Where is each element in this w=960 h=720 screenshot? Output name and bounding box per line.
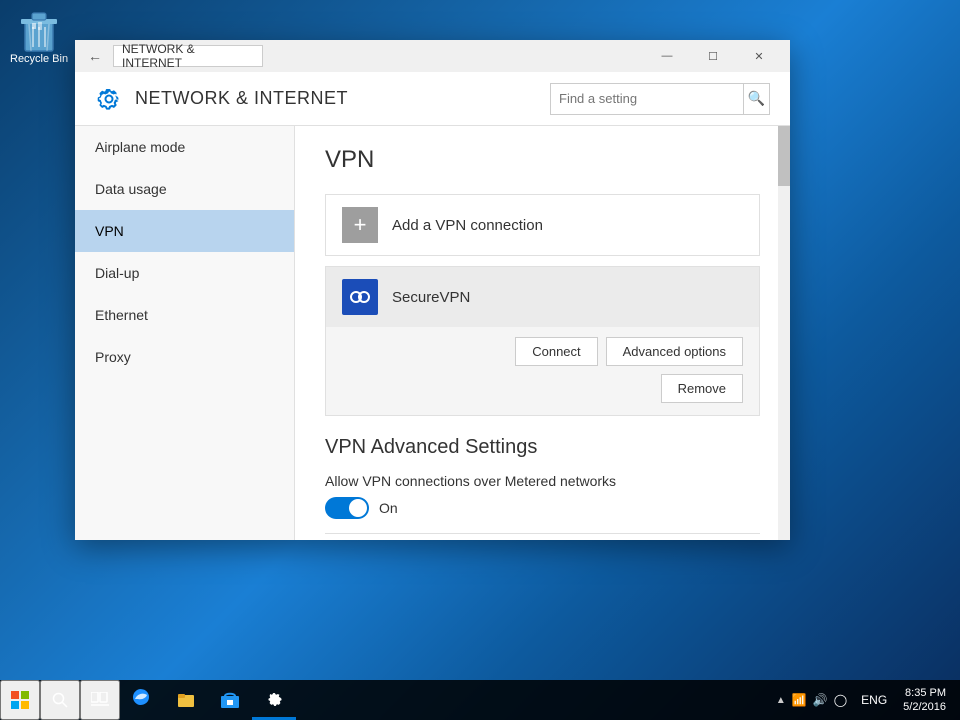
search-button[interactable]: 🔍 xyxy=(743,83,769,115)
search-input[interactable] xyxy=(551,91,743,106)
cut-off-setting: Allow VPN to connect while Roaming xyxy=(325,533,760,540)
taskbar-search-button[interactable] xyxy=(40,680,80,720)
task-view-button[interactable] xyxy=(80,680,120,720)
taskbar-date: 5/2/2016 xyxy=(903,700,946,714)
toggle-on-label: On xyxy=(379,500,398,516)
vpn-entry-header: SecureVPN xyxy=(326,267,759,327)
metered-toggle[interactable] xyxy=(325,497,369,519)
title-bar-text: NETWORK & INTERNET xyxy=(113,45,263,67)
add-vpn-label: Add a VPN connection xyxy=(392,217,543,234)
scroll-thumb[interactable] xyxy=(778,126,790,186)
connect-button[interactable]: Connect xyxy=(515,337,597,366)
vpn-section-title: VPN xyxy=(325,146,760,174)
sidebar-item-data-usage[interactable]: Data usage xyxy=(75,168,294,210)
setting-metered-networks: Allow VPN connections over Metered netwo… xyxy=(325,473,760,519)
vpn-logo xyxy=(342,279,378,315)
vpn-remove-area: Remove xyxy=(326,374,759,415)
main-content: VPN + Add a VPN connection xyxy=(295,126,790,540)
start-button[interactable] xyxy=(0,680,40,720)
taskbar-clock[interactable]: 8:35 PM 5/2/2016 xyxy=(895,686,954,715)
systray-network[interactable]: 📶 xyxy=(792,693,807,707)
recycle-bin-icon[interactable]: Recycle Bin xyxy=(10,8,68,65)
taskbar-language[interactable]: ENG xyxy=(857,693,891,707)
vpn-name: SecureVPN xyxy=(392,289,470,306)
gear-icon xyxy=(95,85,123,113)
sidebar-item-vpn[interactable]: VPN xyxy=(75,210,294,252)
search-box[interactable]: 🔍 xyxy=(550,83,770,115)
settings-title: NETWORK & INTERNET xyxy=(135,88,348,109)
sidebar-item-ethernet[interactable]: Ethernet xyxy=(75,294,294,336)
taskbar-systray: ▲ 📶 🔊 ◯ xyxy=(770,693,853,707)
title-bar: ← NETWORK & INTERNET — ☐ ✕ xyxy=(75,40,790,72)
systray-arrow[interactable]: ▲ xyxy=(776,695,786,706)
systray-volume[interactable]: 🔊 xyxy=(813,693,828,707)
add-vpn-button[interactable]: + Add a VPN connection xyxy=(325,194,760,256)
maximize-button[interactable]: ☐ xyxy=(690,40,736,72)
taskbar-time: 8:35 PM xyxy=(903,686,946,700)
window-controls: — ☐ ✕ xyxy=(644,40,782,72)
systray-message[interactable]: ◯ xyxy=(834,693,847,707)
taskbar-right: ▲ 📶 🔊 ◯ ENG 8:35 PM 5/2/2016 xyxy=(770,686,960,715)
title-bar-nav: ← NETWORK & INTERNET xyxy=(83,44,263,68)
taskbar-apps xyxy=(120,680,770,720)
content-area: Airplane mode Data usage VPN Dial-up Eth… xyxy=(75,126,790,540)
setting-metered-label: Allow VPN connections over Metered netwo… xyxy=(325,473,760,489)
settings-window: ← NETWORK & INTERNET — ☐ ✕ NETWORK & INT… xyxy=(75,40,790,540)
taskbar-file-explorer[interactable] xyxy=(164,680,208,720)
sidebar-item-airplane-mode[interactable]: Airplane mode xyxy=(75,126,294,168)
taskbar-store[interactable] xyxy=(208,680,252,720)
recycle-bin-label: Recycle Bin xyxy=(10,53,68,65)
vpn-actions: Connect Advanced options xyxy=(326,327,759,374)
sidebar-item-proxy[interactable]: Proxy xyxy=(75,336,294,378)
sidebar: Airplane mode Data usage VPN Dial-up Eth… xyxy=(75,126,295,540)
advanced-settings-title: VPN Advanced Settings xyxy=(325,436,760,459)
taskbar: ▲ 📶 🔊 ◯ ENG 8:35 PM 5/2/2016 xyxy=(0,680,960,720)
remove-button[interactable]: Remove xyxy=(661,374,743,403)
settings-header: NETWORK & INTERNET 🔍 xyxy=(75,72,790,126)
close-button[interactable]: ✕ xyxy=(736,40,782,72)
scroll-bar[interactable] xyxy=(778,126,790,540)
minimize-button[interactable]: — xyxy=(644,40,690,72)
vpn-entry: SecureVPN Connect Advanced options Remov… xyxy=(325,266,760,416)
taskbar-settings[interactable] xyxy=(252,680,296,720)
recycle-bin-graphic xyxy=(19,8,59,53)
toggle-thumb xyxy=(349,499,367,517)
desktop: Recycle Bin ← NETWORK & INTERNET — ☐ ✕ xyxy=(0,0,960,720)
toggle-row: On xyxy=(325,497,760,519)
back-button[interactable]: ← xyxy=(83,44,107,68)
sidebar-item-dial-up[interactable]: Dial-up xyxy=(75,252,294,294)
plus-icon: + xyxy=(342,207,378,243)
taskbar-edge[interactable] xyxy=(120,680,164,720)
advanced-options-button[interactable]: Advanced options xyxy=(606,337,743,366)
